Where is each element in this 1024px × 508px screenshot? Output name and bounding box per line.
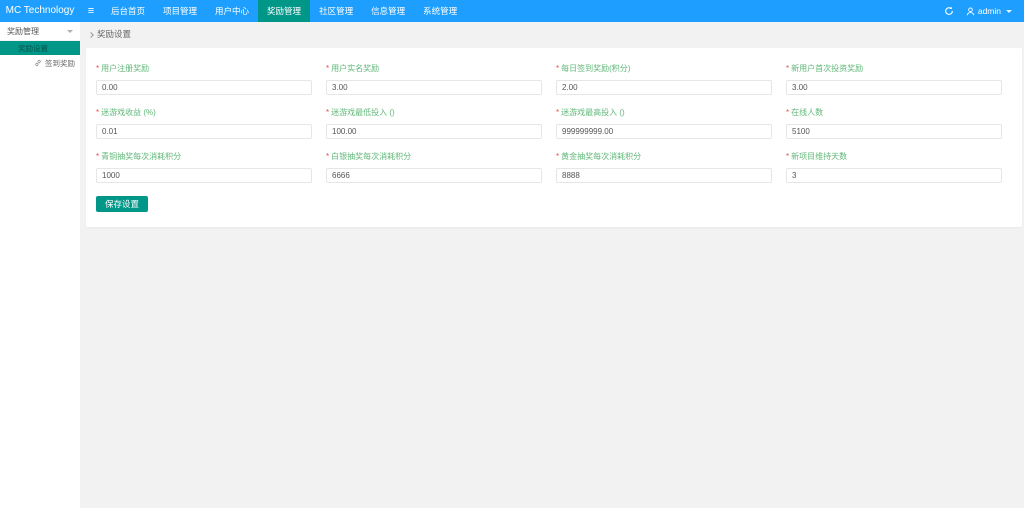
field-label-text: 用户注册奖励 [101, 64, 149, 73]
breadcrumb: 奖励设置 [80, 22, 1024, 46]
field-input-user-realname-reward[interactable] [326, 80, 542, 95]
field-new-project-duration-days: *新项目维持天数 [786, 151, 1002, 183]
required-marker: * [786, 108, 789, 117]
field-input-user-register-reward[interactable] [96, 80, 312, 95]
field-minigame-min-invest: *迷游戏最低投入 () [326, 107, 542, 139]
field-label-text: 白银抽奖每次消耗积分 [331, 152, 411, 161]
field-input-bronze-lottery-points-cost[interactable] [96, 168, 312, 183]
link-icon [34, 59, 42, 67]
sidebar-item-label: 奖励设置 [18, 43, 48, 54]
top-navbar: MC Technology ≡ 后台首页 项目管理 用户中心 奖励管理 社区管理… [0, 0, 1024, 22]
navbar-right: admin [944, 0, 1024, 22]
field-label-text: 每日签到奖励(积分) [561, 64, 630, 73]
nav-item-community[interactable]: 社区管理 [310, 0, 362, 22]
field-input-minigame-min-invest[interactable] [326, 124, 542, 139]
field-label-text: 青铜抽奖每次消耗积分 [101, 152, 181, 161]
required-marker: * [556, 152, 559, 161]
username: admin [978, 6, 1001, 16]
chevron-right-icon [88, 32, 94, 38]
sidebar-item-reward-settings[interactable]: 奖励设置 [0, 41, 80, 55]
field-label-text: 迷游戏最低投入 () [331, 108, 395, 117]
user-icon [966, 7, 975, 16]
field-user-realname-reward: *用户实名奖励 [326, 63, 542, 95]
field-input-silver-lottery-points-cost[interactable] [326, 168, 542, 183]
settings-form: *用户注册奖励 *用户实名奖励 *每日签到奖励(积分) *新用户首次投资奖励 *… [96, 63, 1002, 183]
nav-item-home[interactable]: 后台首页 [102, 0, 154, 22]
user-menu[interactable]: admin [966, 6, 1012, 16]
field-label-text: 新用户首次投资奖励 [791, 64, 863, 73]
required-marker: * [326, 152, 329, 161]
nav-item-information[interactable]: 信息管理 [362, 0, 414, 22]
required-marker: * [786, 64, 789, 73]
required-marker: * [96, 64, 99, 73]
required-marker: * [96, 108, 99, 117]
field-input-new-project-duration-days[interactable] [786, 168, 1002, 183]
refresh-icon[interactable] [944, 6, 954, 16]
field-online-users: *在线人数 [786, 107, 1002, 139]
required-marker: * [96, 152, 99, 161]
breadcrumb-label: 奖励设置 [97, 28, 131, 40]
sidebar-module-label: 奖励管理 [7, 26, 39, 37]
nav-item-projects[interactable]: 项目管理 [154, 0, 206, 22]
nav-item-user-center[interactable]: 用户中心 [206, 0, 258, 22]
sidebar-item-label: 签到奖励 [45, 58, 75, 69]
field-daily-signin-reward: *每日签到奖励(积分) [556, 63, 772, 95]
field-input-gold-lottery-points-cost[interactable] [556, 168, 772, 183]
field-input-new-user-first-invest-reward[interactable] [786, 80, 1002, 95]
field-bronze-lottery-points-cost: *青铜抽奖每次消耗积分 [96, 151, 312, 183]
field-label-text: 黄金抽奖每次消耗积分 [561, 152, 641, 161]
field-input-minigame-max-invest[interactable] [556, 124, 772, 139]
sidebar-module-select[interactable]: 奖励管理 [0, 22, 80, 41]
app-logo: MC Technology [0, 0, 80, 22]
field-label-text: 新项目维持天数 [791, 152, 847, 161]
field-silver-lottery-points-cost: *白银抽奖每次消耗积分 [326, 151, 542, 183]
field-minigame-yield-percent: *迷游戏收益 (%) [96, 107, 312, 139]
field-input-daily-signin-reward[interactable] [556, 80, 772, 95]
field-label-text: 迷游戏收益 (%) [101, 108, 156, 117]
sidebar-item-signin-reward[interactable]: 签到奖励 [0, 55, 80, 71]
required-marker: * [326, 108, 329, 117]
field-label-text: 用户实名奖励 [331, 64, 379, 73]
chevron-down-icon [1006, 10, 1012, 13]
required-marker: * [786, 152, 789, 161]
required-marker: * [556, 108, 559, 117]
required-marker: * [326, 64, 329, 73]
sidebar: 奖励管理 奖励设置 签到奖励 [0, 22, 80, 508]
nav-item-rewards[interactable]: 奖励管理 [258, 0, 310, 22]
field-user-register-reward: *用户注册奖励 [96, 63, 312, 95]
field-input-minigame-yield-percent[interactable] [96, 124, 312, 139]
field-gold-lottery-points-cost: *黄金抽奖每次消耗积分 [556, 151, 772, 183]
nav-item-system[interactable]: 系统管理 [414, 0, 466, 22]
field-label-text: 在线人数 [791, 108, 823, 117]
field-label-text: 迷游戏最高投入 () [561, 108, 625, 117]
chevron-down-icon [67, 30, 73, 33]
field-new-user-first-invest-reward: *新用户首次投资奖励 [786, 63, 1002, 95]
save-settings-button[interactable]: 保存设置 [96, 196, 148, 212]
field-minigame-max-invest: *迷游戏最高投入 () [556, 107, 772, 139]
settings-card: *用户注册奖励 *用户实名奖励 *每日签到奖励(积分) *新用户首次投资奖励 *… [86, 48, 1022, 227]
menu-toggle-icon[interactable]: ≡ [80, 0, 102, 22]
required-marker: * [556, 64, 559, 73]
main-content: 奖励设置 *用户注册奖励 *用户实名奖励 *每日签到奖励(积分) *新用户首次投… [80, 22, 1024, 508]
field-input-online-users[interactable] [786, 124, 1002, 139]
